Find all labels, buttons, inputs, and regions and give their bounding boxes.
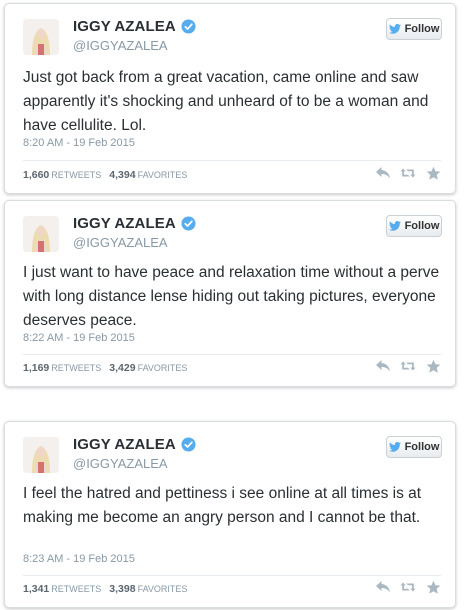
follow-label: Follow: [404, 220, 440, 232]
retweet-icon[interactable]: [400, 579, 416, 595]
user-name-text: IGGY AZALEA: [73, 215, 176, 232]
verified-badge-icon: [181, 216, 196, 231]
tweet-actions: [375, 165, 441, 181]
tweet-card: IGGY AZALEA @IGGYAZALEA Follow Just got …: [4, 3, 456, 194]
twitter-bird-icon: [388, 221, 401, 231]
favorite-count: 3,398: [109, 583, 136, 595]
follow-label: Follow: [404, 441, 440, 453]
user-name[interactable]: IGGY AZALEA: [73, 436, 196, 453]
user-name-text: IGGY AZALEA: [73, 436, 176, 453]
retweet-label: RETWEETS: [51, 363, 102, 373]
tweet-stats: 1,341 RETWEETS 3,398 FAVORITES: [23, 583, 195, 595]
verified-badge-icon: [181, 437, 196, 452]
retweet-count: 1,169: [23, 362, 50, 374]
user-name[interactable]: IGGY AZALEA: [73, 215, 196, 232]
reply-icon[interactable]: [375, 579, 391, 595]
tweet-timestamp[interactable]: 8:20 AM - 19 Feb 2015: [23, 137, 135, 149]
tweet-timestamp[interactable]: 8:23 AM - 19 Feb 2015: [23, 553, 135, 565]
favorite-label: FAVORITES: [137, 170, 188, 180]
retweet-label: RETWEETS: [51, 584, 102, 594]
avatar[interactable]: [23, 437, 59, 473]
tweet-text: I just want to have peace and relaxation…: [23, 264, 440, 329]
favorite-label: FAVORITES: [137, 363, 188, 373]
retweet-icon[interactable]: [400, 358, 416, 374]
retweet-count: 1,660: [23, 169, 50, 181]
tweet-timestamp[interactable]: 8:22 AM - 19 Feb 2015: [23, 332, 135, 344]
star-icon[interactable]: [425, 358, 441, 374]
favorite-label: FAVORITES: [137, 584, 188, 594]
tweet-text: Just got back from a great vacation, cam…: [23, 69, 429, 134]
follow-button[interactable]: Follow: [386, 215, 442, 237]
tweet-text: I feel the hatred and pettiness i see on…: [23, 485, 422, 526]
favorite-count: 3,429: [109, 362, 136, 374]
follow-label: Follow: [404, 23, 440, 35]
verified-badge-icon: [181, 19, 196, 34]
tweet-actions: [375, 358, 441, 374]
user-handle[interactable]: @IGGYAZALEA: [73, 456, 168, 471]
favorite-count: 4,394: [109, 169, 136, 181]
reply-icon[interactable]: [375, 358, 391, 374]
tweet-stats: 1,660 RETWEETS 4,394 FAVORITES: [23, 169, 195, 181]
retweet-count: 1,341: [23, 583, 50, 595]
tweet-card: IGGY AZALEA @IGGYAZALEA Follow I just wa…: [4, 200, 456, 387]
divider: [23, 575, 441, 576]
avatar[interactable]: [23, 216, 59, 252]
user-name-text: IGGY AZALEA: [73, 18, 176, 35]
twitter-bird-icon: [388, 24, 401, 34]
divider: [23, 160, 441, 161]
follow-button[interactable]: Follow: [386, 18, 442, 40]
user-handle[interactable]: @IGGYAZALEA: [73, 235, 168, 250]
divider: [23, 354, 441, 355]
tweet-card: IGGY AZALEA @IGGYAZALEA Follow I feel th…: [4, 421, 456, 608]
user-handle[interactable]: @IGGYAZALEA: [73, 38, 168, 53]
follow-button[interactable]: Follow: [386, 436, 442, 458]
twitter-bird-icon: [388, 442, 401, 452]
star-icon[interactable]: [425, 165, 441, 181]
star-icon[interactable]: [425, 579, 441, 595]
retweet-label: RETWEETS: [51, 170, 102, 180]
tweet-actions: [375, 579, 441, 595]
user-name[interactable]: IGGY AZALEA: [73, 18, 196, 35]
retweet-icon[interactable]: [400, 165, 416, 181]
tweet-stats: 1,169 RETWEETS 3,429 FAVORITES: [23, 362, 195, 374]
avatar[interactable]: [23, 19, 59, 55]
reply-icon[interactable]: [375, 165, 391, 181]
